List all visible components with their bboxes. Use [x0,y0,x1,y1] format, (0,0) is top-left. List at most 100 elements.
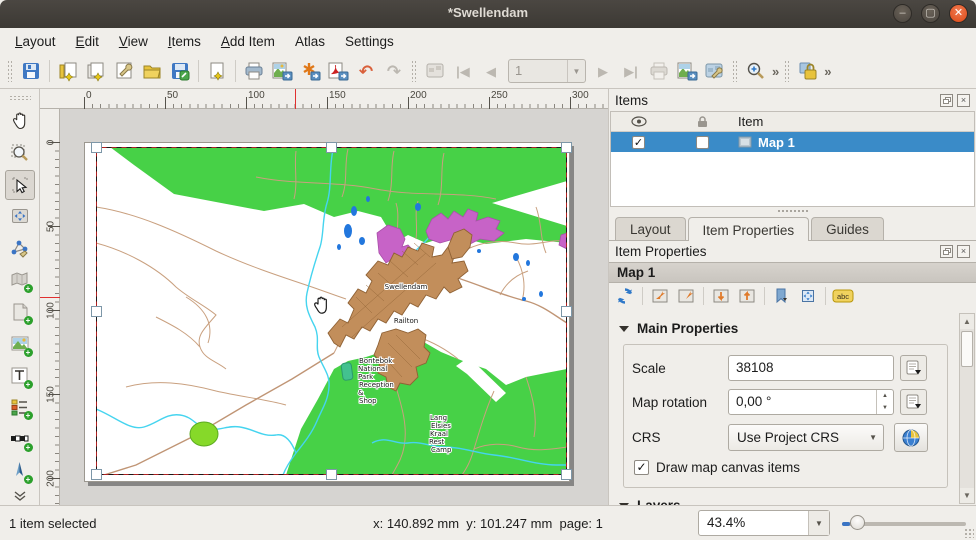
interactive-extent-button[interactable] [796,285,820,307]
resize-handle[interactable] [91,469,102,480]
tab-guides[interactable]: Guides [811,217,884,240]
scale-data-defined-button[interactable] [900,355,927,381]
scroll-up-icon[interactable]: ▲ [960,314,974,329]
lock-items-button[interactable] [794,57,822,85]
duplicate-layout-button[interactable] [82,57,110,85]
zoom-level-combo[interactable]: 43.4% ▼ [698,510,830,536]
atlas-first-button[interactable]: |◀ [449,57,477,85]
refresh-button[interactable] [613,285,637,307]
add-items-from-template-button[interactable] [203,57,231,85]
menu-view[interactable]: View [110,31,157,52]
edit-nodes-item-tool[interactable] [5,233,35,263]
lock-toolbar-overflow[interactable]: » [822,64,833,79]
toolbar-handle[interactable] [732,60,739,82]
print-atlas-button[interactable] [645,57,673,85]
atlas-settings-button[interactable] [701,57,729,85]
spin-down-icon[interactable]: ▼ [877,402,893,414]
move-item-content-tool[interactable] [5,202,35,232]
menu-layout[interactable]: Layout [6,31,65,52]
pan-tool[interactable] [5,106,35,136]
save-as-template-button[interactable] [166,57,194,85]
view-extent-in-canvas-button[interactable] [674,285,698,307]
tab-layout[interactable]: Layout [615,217,686,240]
menu-add-item[interactable]: Add Item [212,31,284,52]
open-button[interactable] [138,57,166,85]
add-legend-tool[interactable]: + [5,393,35,423]
resize-handle[interactable] [91,142,102,153]
zoom-tool[interactable] [5,138,35,168]
atlas-next-button[interactable]: ▶ [589,57,617,85]
menu-atlas[interactable]: Atlas [286,31,334,52]
resize-handle[interactable] [91,306,102,317]
crs-combo[interactable]: Use Project CRS ▼ [728,424,884,451]
map-item[interactable]: Swellendam Railton Bontebok National Par… [96,147,567,475]
slider-thumb[interactable] [850,515,865,530]
zoom-toolbar-overflow[interactable]: » [770,64,781,79]
menu-settings[interactable]: Settings [336,31,403,52]
close-button[interactable]: ✕ [949,4,968,23]
toolbar-handle[interactable] [9,95,31,101]
atlas-last-button[interactable]: ▶| [617,57,645,85]
resize-handle[interactable] [326,142,337,153]
layout-manager-button[interactable] [110,57,138,85]
resize-handle[interactable] [561,469,572,480]
titlebar[interactable]: *Swellendam – ▢ ✕ [0,0,976,28]
add-map-tool[interactable]: + [5,265,35,295]
labeling-settings-button[interactable]: abc [831,285,855,307]
print-button[interactable] [240,57,268,85]
undo-button[interactable]: ↶ [352,57,380,85]
tab-item-properties[interactable]: Item Properties [688,217,810,241]
set-scale-to-canvas-button[interactable] [709,285,733,307]
export-pdf-button[interactable] [324,57,352,85]
set-extent-to-canvas-button[interactable] [648,285,672,307]
main-properties-header[interactable]: Main Properties [609,311,958,342]
select-move-item-tool[interactable] [5,170,35,200]
toolbar-handle[interactable] [411,60,418,82]
layers-section-header[interactable]: Layers [609,488,958,505]
draw-canvas-items-checkbox[interactable]: ✓ [634,460,649,475]
atlas-prev-button[interactable]: ◀ [477,57,505,85]
select-crs-button[interactable] [894,423,928,452]
map-rotation-spinbox[interactable]: 0,00 ° ▲▼ [728,389,894,415]
close-panel-icon[interactable]: × [957,245,970,258]
spin-up-icon[interactable]: ▲ [877,390,893,402]
add-scalebar-tool[interactable]: + [5,424,35,454]
undock-icon[interactable] [940,94,953,107]
atlas-page-combo[interactable]: 1 ▼ [508,59,586,83]
visibility-checkbox[interactable]: ✓ [632,136,645,149]
save-button[interactable] [17,57,45,85]
close-panel-icon[interactable]: × [957,94,970,107]
bookmark-button[interactable] [770,285,794,307]
draw-canvas-items-row[interactable]: ✓ Draw map canvas items [634,460,939,475]
rotation-data-defined-button[interactable] [900,389,927,415]
scale-input[interactable]: 38108 [728,355,894,381]
zoom-in-button[interactable] [742,57,770,85]
resize-handle[interactable] [561,142,572,153]
resize-handle[interactable] [561,306,572,317]
lock-checkbox[interactable] [696,136,709,149]
menu-items[interactable]: Items [159,31,210,52]
toolbar-handle[interactable] [784,60,791,82]
menu-edit[interactable]: Edit [67,31,108,52]
new-layout-button[interactable] [54,57,82,85]
undock-icon[interactable] [940,245,953,258]
export-atlas-button[interactable] [673,57,701,85]
minimize-button[interactable]: – [893,4,912,23]
layout-page[interactable]: Swellendam Railton Bontebok National Par… [84,142,570,482]
more-tools-button[interactable] [5,488,35,504]
properties-scrollbar[interactable]: ▲ ▼ [959,313,975,504]
items-row-map1[interactable]: ✓ Map 1 [611,132,974,152]
toolbar-handle[interactable] [7,60,14,82]
panel-splitter[interactable] [609,207,976,215]
scroll-down-icon[interactable]: ▼ [960,488,974,503]
add-picture-tool[interactable]: + [5,329,35,359]
preview-atlas-button[interactable] [421,57,449,85]
zoom-slider[interactable] [842,510,966,536]
add-north-arrow-tool[interactable]: + [5,456,35,486]
export-svg-button[interactable] [296,57,324,85]
resize-handle[interactable] [326,469,337,480]
add-label-tool[interactable]: + [5,361,35,391]
resize-grip[interactable] [964,528,974,538]
scrollbar-thumb[interactable] [961,331,973,367]
set-canvas-to-scale-button[interactable] [735,285,759,307]
